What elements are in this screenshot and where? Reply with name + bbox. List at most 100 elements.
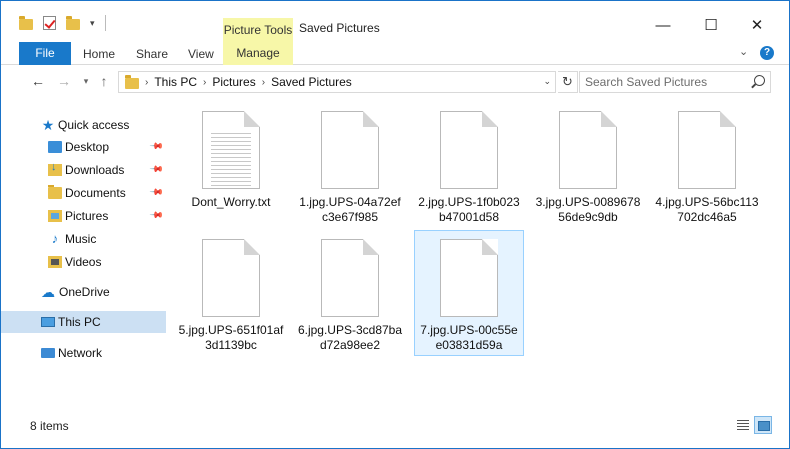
sidebar-item-label: This PC	[58, 315, 101, 329]
large-icons-view-icon[interactable]	[754, 416, 772, 434]
pin-icon[interactable]: 📌	[149, 162, 164, 178]
expand-ribbon-chevron-icon[interactable]: ⌄	[739, 45, 748, 58]
sidebar-item-label: Desktop	[65, 140, 110, 154]
tab-file[interactable]: File	[19, 42, 71, 65]
tab-manage[interactable]: Manage	[223, 41, 293, 65]
text-file-icon	[202, 111, 260, 189]
blank-file-icon	[678, 111, 736, 189]
picture-tools-label: Picture Tools	[223, 18, 293, 42]
downloads-icon	[48, 161, 62, 176]
documents-icon	[48, 185, 62, 199]
sidebar-item-music[interactable]: ♪ Music	[1, 228, 166, 250]
pin-icon[interactable]: 📌	[149, 139, 164, 155]
file-name: 7.jpg.UPS-00c55ee03831d59a	[420, 323, 518, 352]
file-item-selected[interactable]: 7.jpg.UPS-00c55ee03831d59a	[414, 230, 524, 356]
computer-icon	[41, 317, 55, 327]
window-title: Saved Pictures	[299, 21, 380, 35]
file-item[interactable]: 6.jpg.UPS-3cd87bad72a98ee2	[295, 234, 405, 353]
file-name: 3.jpg.UPS-008967856de9c9db	[535, 195, 641, 224]
file-name: 1.jpg.UPS-04a72efc3e67f985	[299, 195, 401, 224]
file-item[interactable]: 3.jpg.UPS-008967856de9c9db	[533, 106, 643, 225]
file-name: 5.jpg.UPS-651f01af3d1139bc	[178, 323, 284, 352]
blank-file-icon	[559, 111, 617, 189]
network-icon	[41, 348, 55, 358]
file-list: Dont_Worry.txt 1.jpg.UPS-04a72efc3e67f98…	[176, 106, 786, 406]
refresh-icon[interactable]: ↻	[558, 71, 578, 93]
minimize-button[interactable]: —	[643, 13, 683, 39]
file-name: 4.jpg.UPS-56bc113702dc46a5	[655, 195, 759, 224]
videos-icon	[48, 256, 62, 268]
blank-file-icon	[440, 111, 498, 189]
sidebar-item-pictures[interactable]: Pictures 📌	[1, 205, 166, 227]
explorer-window: ▾ Picture Tools Saved Pictures — ☐ ✕ Fil…	[0, 0, 790, 449]
breadcrumb-saved-pictures[interactable]: Saved Pictures	[271, 75, 352, 89]
sidebar-item-label: Network	[58, 346, 103, 360]
cloud-icon: ☁	[41, 284, 55, 300]
file-item[interactable]: 4.jpg.UPS-56bc113702dc46a5	[652, 106, 762, 225]
pin-icon[interactable]: 📌	[149, 185, 164, 201]
sidebar-item-label: Music	[65, 232, 97, 246]
breadcrumb-separator-icon[interactable]: ›	[145, 77, 148, 88]
status-bar: 8 items	[1, 414, 789, 436]
help-icon[interactable]: ?	[760, 46, 774, 60]
tab-share[interactable]: Share	[136, 47, 168, 61]
file-item[interactable]: 2.jpg.UPS-1f0b023b47001d58	[414, 106, 524, 225]
search-input[interactable]	[580, 72, 745, 92]
sidebar-item-network[interactable]: Network	[1, 342, 166, 364]
tab-view[interactable]: View	[188, 47, 214, 61]
sidebar-item-label: OneDrive	[59, 285, 110, 299]
search-box[interactable]	[579, 71, 771, 93]
navigation-bar: ← → ▾ ↑ › This PC › Pictures › Saved Pic…	[1, 66, 789, 98]
new-folder-icon[interactable]	[66, 15, 80, 30]
breadcrumb-this-pc[interactable]: This PC	[154, 75, 197, 89]
toolbar-divider	[104, 15, 106, 31]
details-view-icon[interactable]	[734, 416, 752, 434]
star-icon: ★	[41, 117, 55, 133]
title-bar: ▾ Picture Tools Saved Pictures — ☐ ✕	[1, 1, 789, 42]
sidebar-item-label: Pictures	[65, 209, 109, 223]
tab-home[interactable]: Home	[83, 47, 115, 61]
folder-icon[interactable]	[19, 15, 33, 30]
maximize-button[interactable]: ☐	[691, 13, 731, 39]
properties-icon[interactable]	[43, 16, 56, 30]
customize-toolbar-chevron-icon[interactable]: ▾	[90, 18, 95, 29]
breadcrumb-separator-icon[interactable]: ›	[203, 77, 206, 88]
blank-file-icon	[321, 239, 379, 317]
blank-file-icon	[321, 111, 379, 189]
sidebar-item-this-pc[interactable]: This PC	[1, 311, 166, 333]
close-button[interactable]: ✕	[737, 13, 777, 39]
file-item[interactable]: 1.jpg.UPS-04a72efc3e67f985	[295, 106, 405, 225]
file-item[interactable]: Dont_Worry.txt	[176, 106, 286, 210]
pictures-icon	[48, 210, 62, 222]
ribbon-tabs: File Home Share View Manage ⌄ ?	[1, 41, 789, 65]
pin-icon[interactable]: 📌	[149, 208, 164, 224]
file-item[interactable]: 5.jpg.UPS-651f01af3d1139bc	[176, 234, 286, 353]
forward-arrow-icon[interactable]: →	[55, 72, 73, 90]
search-icon[interactable]	[754, 75, 765, 86]
desktop-icon	[48, 141, 62, 153]
breadcrumb-separator-icon[interactable]: ›	[262, 77, 265, 88]
up-arrow-icon[interactable]: ↑	[95, 72, 113, 90]
sidebar-item-label: Documents	[65, 186, 126, 200]
sidebar-item-videos[interactable]: Videos	[1, 251, 166, 273]
breadcrumb-pictures[interactable]: Pictures	[212, 75, 255, 89]
blank-file-icon	[440, 239, 498, 317]
folder-icon	[125, 74, 139, 89]
blank-file-icon	[202, 239, 260, 317]
sidebar-item-quick-access[interactable]: ★ Quick access	[1, 114, 166, 136]
sidebar-item-label: Downloads	[65, 163, 125, 177]
sidebar-item-label: Videos	[65, 255, 102, 269]
quick-access-toolbar: ▾	[19, 15, 106, 31]
file-name: 6.jpg.UPS-3cd87bad72a98ee2	[297, 323, 403, 352]
address-bar[interactable]: › This PC › Pictures › Saved Pictures ⌄	[118, 71, 556, 93]
file-name: 2.jpg.UPS-1f0b023b47001d58	[418, 195, 520, 224]
sidebar-item-label: Quick access	[58, 118, 130, 132]
back-arrow-icon[interactable]: ←	[29, 72, 47, 90]
address-dropdown-chevron-icon[interactable]: ⌄	[543, 76, 551, 87]
sidebar-item-downloads[interactable]: Downloads 📌	[1, 159, 166, 181]
recent-locations-chevron-icon[interactable]: ▾	[77, 72, 95, 90]
music-icon: ♪	[51, 231, 59, 246]
sidebar-item-onedrive[interactable]: ☁ OneDrive	[1, 281, 166, 303]
sidebar-item-documents[interactable]: Documents 📌	[1, 182, 166, 204]
sidebar-item-desktop[interactable]: Desktop 📌	[1, 136, 166, 158]
